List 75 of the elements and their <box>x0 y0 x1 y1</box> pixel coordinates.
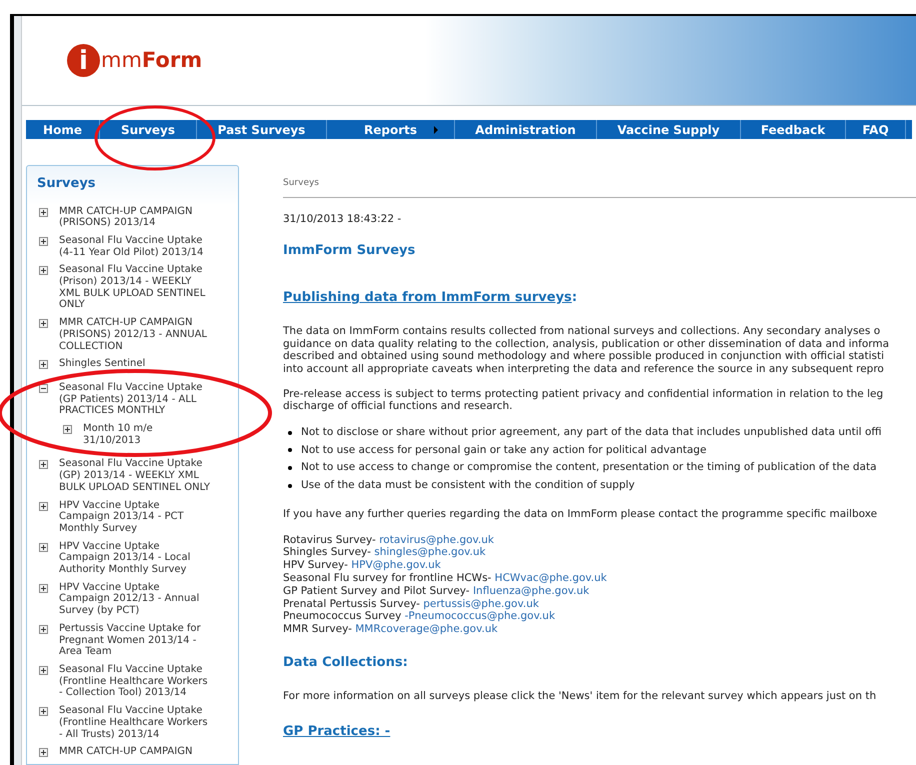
contact-label: MMR Survey- <box>283 623 353 636</box>
survey-link[interactable]: MMR CATCH-UP CAMPAIGN <box>59 746 213 758</box>
nav-link[interactable]: Vaccine Supply <box>597 120 741 139</box>
expand-icon[interactable] <box>39 748 48 758</box>
contact-label: Rotavirus Survey- <box>283 534 377 546</box>
survey-link[interactable]: Seasonal Flu Vaccine Uptake (GP Patients) 2013/14 - ALL PRACTICES MONTHLY <box>59 382 213 418</box>
survey-link[interactable]: MMR CATCH-UP CAMPAIGN (PRISONS) 2013/14 <box>59 206 213 229</box>
section-link[interactable]: Publishing data from ImmForm surveys <box>283 288 572 308</box>
survey-link[interactable]: Seasonal Flu Vaccine Uptake (4-11 Year Old Pilot) 2013/14 <box>59 234 213 258</box>
nav-link[interactable]: Feedback <box>741 120 846 139</box>
survey-link[interactable]: Seasonal Flu Vaccine Uptake (GP) 2013/14 - WEEKLY XML BULK UPLOAD SENTINEL ONLY <box>59 458 213 494</box>
contact-label: Seasonal Flu survey for frontline HCWs- <box>283 572 492 585</box>
contact-label: HPV Survey- <box>283 559 349 572</box>
breadcrumb: Surveys <box>283 177 320 190</box>
survey-link[interactable]: Seasonal Flu Vaccine Uptake (Frontline Healthcare Workers - Collection Tool) 2013/14 <box>59 664 213 700</box>
email-link[interactable]: shingles@phe.gov.uk <box>374 546 486 560</box>
contact-label: GP Patient Survey and Pilot Survey- <box>283 584 471 598</box>
survey-link[interactable]: MMR CATCH-UP CAMPAIGN (PRISONS) 2012/13 - ANNUAL COLLECTION <box>59 317 213 352</box>
bullet-icon <box>288 466 292 470</box>
section-link[interactable]: GP Practices: - <box>283 722 390 742</box>
email-link[interactable]: rotavirus@phe.gov.uk <box>379 534 494 546</box>
expand-icon[interactable] <box>39 236 48 246</box>
nav-link[interactable]: Reports <box>327 120 455 139</box>
email-link[interactable]: HPV@phe.gov.uk <box>351 559 441 572</box>
nav-link[interactable]: Surveys <box>100 120 197 139</box>
expand-icon[interactable] <box>39 584 48 593</box>
expand-icon[interactable] <box>39 542 48 552</box>
expand-icon[interactable] <box>39 707 48 716</box>
expand-icon[interactable] <box>39 666 48 675</box>
survey-link[interactable]: Seasonal Flu Vaccine Uptake (Frontline Healthcare Workers - All Trusts) 2013/14 <box>59 705 213 740</box>
email-link[interactable]: pertussis@phe.gov.uk <box>423 598 539 610</box>
survey-link[interactable]: HPV Vaccine Uptake Campaign 2013/14 - PCT Monthly Survey <box>59 500 213 535</box>
survey-link[interactable]: HPV Vaccine Uptake Campaign 2012/13 - Annual Survey (by PCT) <box>59 582 213 617</box>
survey-link[interactable]: Seasonal Flu Vaccine Uptake (Prison) 2013/14 - WEEKLY XML BULK UPLOAD SENTINEL ONLY <box>59 264 213 312</box>
bullet-text: Use of the data must be consistent with the condition of supply <box>301 478 635 494</box>
bullet-icon <box>288 484 292 488</box>
bullet-icon <box>288 448 292 452</box>
nav-link[interactable]: Administration <box>455 120 597 139</box>
bullet-text: Not to use access to change or compromise the content, presentation or the timing of publication of the data <box>301 460 877 476</box>
bullet-icon <box>288 430 292 435</box>
expand-icon[interactable] <box>39 319 48 328</box>
survey-link[interactable]: Month 10 m/e 31/10/2013 <box>83 423 183 446</box>
colon-text: : <box>572 288 578 307</box>
page-title: ImmForm Surveys <box>283 242 416 260</box>
email-link[interactable]: Influenza@phe.gov.uk <box>472 584 590 598</box>
paragraph: If you have any further queries regarding the data on ImmForm please contact the programme specific mailboxe <box>283 506 878 522</box>
paragraph: For more information on all surveys please click the 'News' item for the relevant survey which appears just on th <box>283 689 878 704</box>
contact-label: Shingles Survey- <box>283 546 372 560</box>
expand-icon[interactable] <box>39 208 48 216</box>
survey-link[interactable]: Pertussis Vaccine Uptake for Pregnant Women 2013/14 - Area Team <box>59 622 213 658</box>
contact-label: Prenatal Pertussis Survey- <box>283 598 421 610</box>
email-link[interactable]: HCWvac@phe.gov.uk <box>494 572 607 585</box>
paragraph: The data on ImmForm contains results collected from national surveys and collections. Any secondary analyses o guidance on data quality relating to the collection, analysis, publication or other dissemination of data and informa described and obtained using sound methodology and where possible produced in conjunction with official statisti into account all appropriate caveats when interpreting the data and reference the source in any subsequent repro <box>283 325 890 376</box>
expand-icon[interactable] <box>39 460 48 470</box>
logo: i mmForm <box>67 44 202 77</box>
contact-label: Pneumococcus Survey <box>283 610 402 624</box>
email-link[interactable]: MMRcoverage@phe.gov.uk <box>355 623 498 636</box>
survey-link[interactable]: HPV Vaccine Uptake Campaign 2013/14 - Local Authority Monthly Survey <box>59 540 213 576</box>
expand-icon[interactable] <box>39 624 48 634</box>
timestamp: 31/10/2013 18:43:22 - <box>283 212 402 226</box>
section-heading: Data Collections: <box>283 654 409 672</box>
expand-icon[interactable] <box>39 266 48 276</box>
nav-link[interactable]: Home <box>26 120 100 139</box>
expand-icon[interactable] <box>39 502 48 511</box>
bullet-text: Not to use access for personal gain or take any action for political advantage <box>301 442 706 458</box>
nav-link[interactable]: FAQ <box>846 120 906 139</box>
email-link[interactable]: -Pneumococcus@phe.gov.uk <box>404 610 556 624</box>
survey-link[interactable]: Shingles Sentinel <box>59 358 213 370</box>
sidebar-title: Surveys <box>37 175 97 193</box>
collapse-icon[interactable] <box>39 384 48 393</box>
nav-link[interactable]: Past Surveys <box>197 120 327 139</box>
expand-icon[interactable] <box>63 425 72 434</box>
bullet-text: Not to disclose or share without prior agreement, any part of the data that includes unpublished data until offi <box>301 424 882 440</box>
paragraph: Pre-release access is subject to terms protecting patient privacy and confidential information in relation to the leg discharge of official functions and research. <box>283 388 884 413</box>
expand-icon[interactable] <box>39 360 48 370</box>
